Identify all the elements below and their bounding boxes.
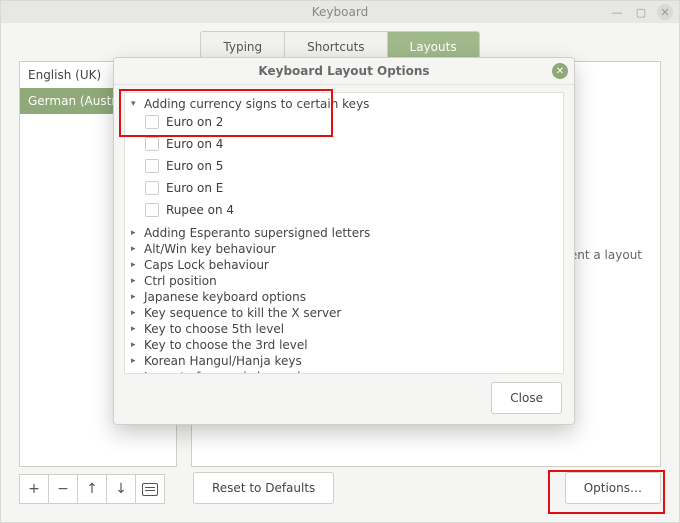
chevron-down-icon: ▾ [131, 99, 140, 109]
checkbox[interactable] [145, 181, 159, 195]
dialog-close-icon[interactable]: ✕ [552, 63, 568, 79]
modal-overlay: Keyboard Layout Options ✕ ▾ Adding curre… [1, 1, 679, 522]
dialog-title: Keyboard Layout Options ✕ [114, 58, 574, 85]
chevron-right-icon: ▸ [131, 372, 140, 374]
option-euro-5[interactable]: Euro on 5 [145, 155, 557, 177]
chevron-right-icon: ▸ [131, 260, 140, 270]
option-euro-4[interactable]: Euro on 4 [145, 133, 557, 155]
group-caps-lock[interactable]: ▸Caps Lock behaviour [131, 257, 557, 273]
group-currency-signs[interactable]: ▾ Adding currency signs to certain keys [131, 97, 557, 111]
close-button[interactable]: Close [491, 382, 562, 414]
chevron-right-icon: ▸ [131, 244, 140, 254]
layout-options-dialog: Keyboard Layout Options ✕ ▾ Adding curre… [113, 57, 575, 425]
chevron-right-icon: ▸ [131, 228, 140, 238]
option-rupee-4[interactable]: Rupee on 4 [145, 199, 557, 221]
group-kill-x[interactable]: ▸Key sequence to kill the X server [131, 305, 557, 321]
dialog-body: ▾ Adding currency signs to certain keys … [124, 92, 564, 374]
checkbox[interactable] [145, 203, 159, 217]
checkbox[interactable] [145, 115, 159, 129]
chevron-right-icon: ▸ [131, 308, 140, 318]
group-ctrl[interactable]: ▸Ctrl position [131, 273, 557, 289]
group-numeric-keypad[interactable]: ▸Layout of numeric keypad [131, 369, 557, 374]
keyboard-window: Keyboard — ▢ ✕ Typing Shortcuts Layouts … [0, 0, 680, 523]
checkbox[interactable] [145, 159, 159, 173]
chevron-right-icon: ▸ [131, 276, 140, 286]
chevron-right-icon: ▸ [131, 356, 140, 366]
chevron-right-icon: ▸ [131, 340, 140, 350]
group-esperanto[interactable]: ▸Adding Esperanto supersigned letters [131, 225, 557, 241]
group-japanese[interactable]: ▸Japanese keyboard options [131, 289, 557, 305]
checkbox[interactable] [145, 137, 159, 151]
option-euro-2[interactable]: Euro on 2 [145, 111, 557, 133]
group-3rd-level[interactable]: ▸Key to choose the 3rd level [131, 337, 557, 353]
group-alt-win[interactable]: ▸Alt/Win key behaviour [131, 241, 557, 257]
option-euro-e[interactable]: Euro on E [145, 177, 557, 199]
chevron-right-icon: ▸ [131, 324, 140, 334]
group-korean[interactable]: ▸Korean Hangul/Hanja keys [131, 353, 557, 369]
chevron-right-icon: ▸ [131, 292, 140, 302]
group-5th-level[interactable]: ▸Key to choose 5th level [131, 321, 557, 337]
